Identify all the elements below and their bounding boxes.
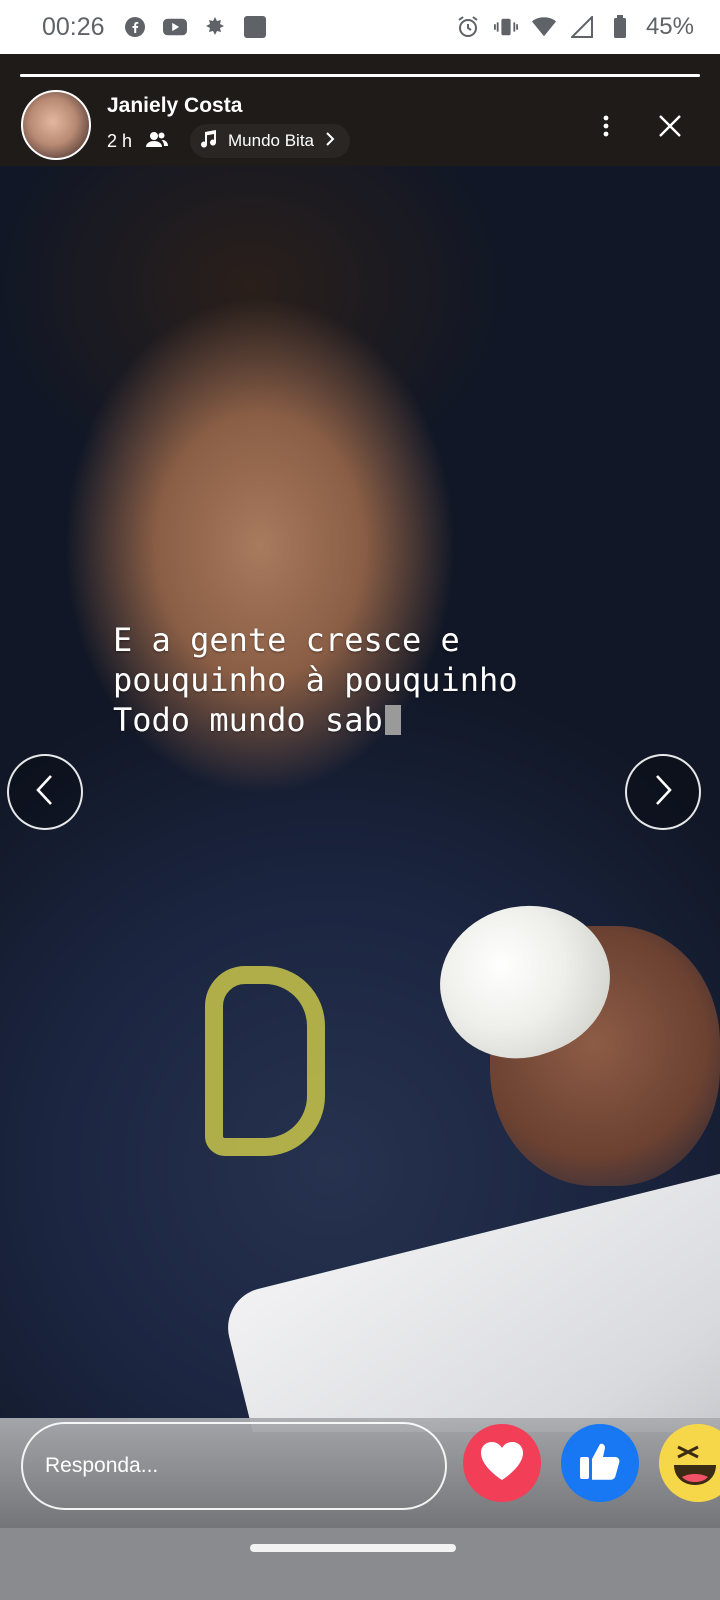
author-avatar[interactable] (21, 90, 91, 160)
post-time: 2 h (107, 131, 133, 151)
chevron-right-icon (324, 131, 336, 152)
more-vertical-icon (602, 115, 610, 142)
next-story-button[interactable] (625, 754, 701, 830)
friends-icon (146, 130, 168, 150)
story-photo[interactable] (0, 166, 720, 1432)
wifi-icon (531, 15, 556, 39)
story-caption: E a gente cresce e pouquinho à pouquinho… (113, 620, 518, 740)
story-header: Janiely Costa 2 h Mundo Bita (0, 54, 720, 166)
like-reaction-button[interactable] (561, 1424, 639, 1502)
square-notification-icon (243, 15, 267, 39)
close-button[interactable] (656, 114, 684, 142)
caption-line: E a gente cresce e (113, 621, 460, 659)
heart-icon (479, 1440, 525, 1487)
text-cursor (384, 705, 401, 735)
status-bar: 00:26 45% (0, 0, 720, 54)
youtube-icon (162, 15, 187, 39)
alarm-icon (456, 15, 480, 39)
previous-story-button[interactable] (7, 754, 83, 830)
reply-placeholder: Responda... (45, 1454, 159, 1477)
caption-line: Todo mundo sab (113, 701, 383, 739)
battery-percentage: 45% (645, 13, 694, 40)
author-name[interactable]: Janiely Costa (107, 94, 242, 118)
status-time: 00:26 (42, 12, 105, 41)
close-icon (658, 114, 682, 143)
signal-icon (570, 15, 594, 39)
white-bowl (219, 1163, 720, 1432)
chevron-right-icon (653, 774, 673, 811)
thumbs-up-icon (578, 1440, 622, 1487)
love-reaction-button[interactable] (463, 1424, 541, 1502)
reply-bar: Responda... (0, 1418, 720, 1528)
caption-line: pouquinho à pouquinho (113, 661, 518, 699)
more-options-button[interactable] (592, 114, 620, 142)
music-note-icon (198, 129, 218, 154)
reply-input[interactable]: Responda... (21, 1422, 447, 1510)
facebook-icon (123, 15, 147, 39)
battery-icon (608, 15, 632, 39)
music-label: Mundo Bita (228, 131, 314, 150)
story-progress-bar (20, 74, 700, 77)
music-chip[interactable]: Mundo Bita (190, 124, 350, 158)
leaf-icon (203, 15, 227, 39)
story-viewer[interactable]: Janiely Costa 2 h Mundo Bita E a gente c… (0, 54, 720, 1600)
system-icons: 45% (456, 13, 694, 41)
story-progress-fill (20, 74, 700, 77)
shirt-print (205, 966, 325, 1156)
haha-reaction-button[interactable] (659, 1424, 720, 1502)
vibrate-icon (493, 15, 518, 39)
notification-icons (123, 15, 267, 39)
system-navigation-bar (0, 1528, 720, 1600)
chevron-left-icon (35, 774, 55, 811)
home-gesture-handle[interactable] (250, 1544, 456, 1552)
laughing-face-icon (668, 1431, 720, 1496)
